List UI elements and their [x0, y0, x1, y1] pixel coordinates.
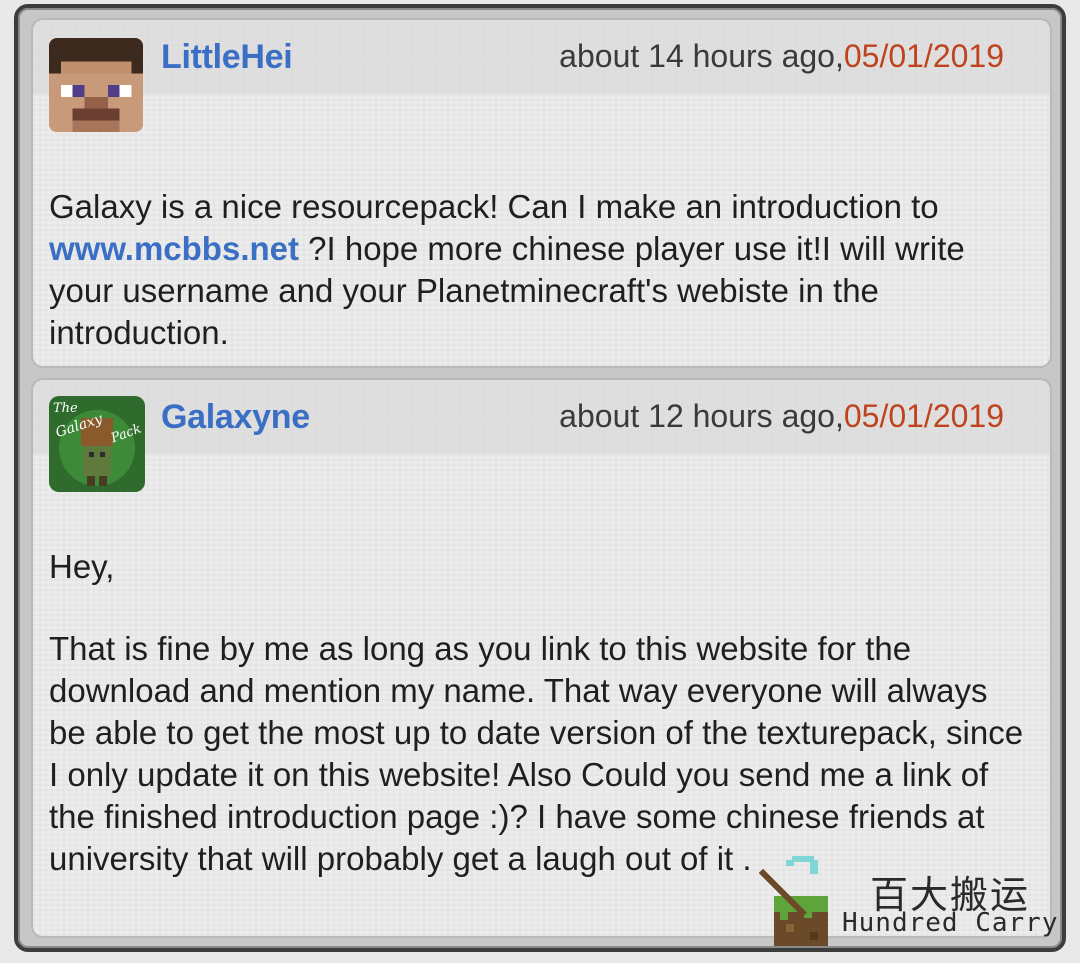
- pickaxe-grass-block-icon: [758, 856, 828, 946]
- comment-author[interactable]: LittleHei: [161, 38, 293, 77]
- comment-author[interactable]: Galaxyne: [161, 398, 310, 437]
- comment-date: 05/01/2019: [843, 398, 1004, 434]
- svg-text:The: The: [53, 401, 78, 416]
- watermark-english: Hundred Carry: [842, 908, 1059, 938]
- comment-greeting: Hey,: [49, 548, 115, 585]
- comment-timestamp: about 12 hours ago,05/01/2019: [559, 398, 1004, 435]
- comment-body: Galaxy is a nice resourcepack! Can I mak…: [49, 186, 1030, 354]
- comment-date: 05/01/2019: [843, 38, 1004, 74]
- galaxy-pack-logo-icon: The Galaxy Pack: [49, 396, 145, 492]
- comment-paragraph: That is fine by me as long as you link t…: [49, 630, 1024, 877]
- comment-timestamp: about 14 hours ago,05/01/2019: [559, 38, 1004, 75]
- body-text-pre: Galaxy is a nice resourcepack! Can I mak…: [49, 188, 939, 225]
- avatar-galaxyne[interactable]: The Galaxy Pack: [49, 396, 145, 492]
- avatar-littlehei[interactable]: [49, 38, 143, 132]
- watermark: 百大搬运 Hundred Carry: [742, 852, 1062, 952]
- time-ago: about 12 hours ago,: [559, 398, 844, 434]
- time-ago: about 14 hours ago,: [559, 38, 844, 74]
- steve-head-icon: [49, 38, 143, 132]
- mcbbs-link[interactable]: www.mcbbs.net: [49, 230, 299, 267]
- comment-body: Hey, That is fine by me as long as you l…: [49, 546, 1030, 880]
- comment-card: LittleHei about 14 hours ago,05/01/2019 …: [31, 18, 1052, 368]
